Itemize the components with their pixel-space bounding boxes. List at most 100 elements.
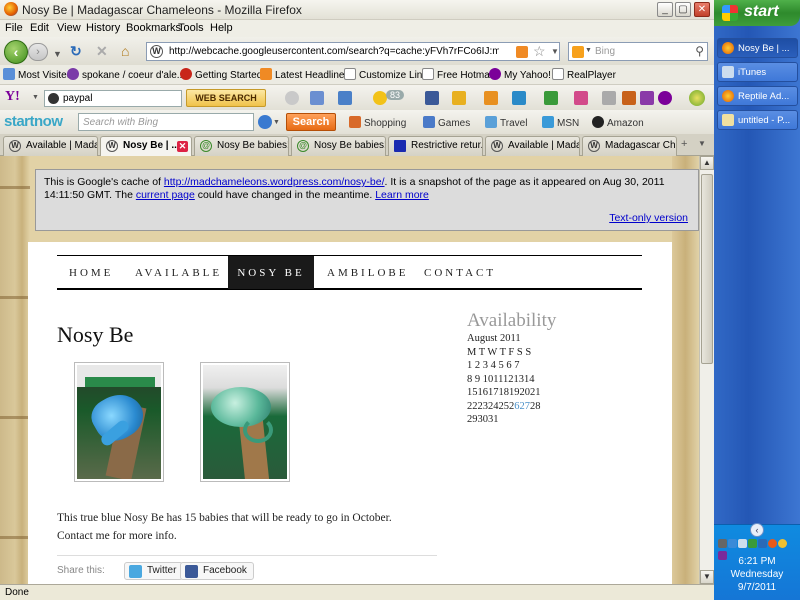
search-box[interactable]: ▼ Bing ⚲ bbox=[568, 42, 708, 61]
tab-nosy-be-babies-1[interactable]: @ Nosy Be babies!!... bbox=[194, 136, 289, 156]
toolbar-icon[interactable] bbox=[452, 91, 466, 105]
text-only-version-link[interactable]: Text-only version bbox=[609, 212, 688, 224]
close-button[interactable]: ✕ bbox=[694, 2, 710, 17]
link-shopping[interactable]: Shopping bbox=[349, 116, 406, 129]
bookmark-latest-headlines[interactable]: Latest Headlines bbox=[260, 68, 350, 81]
url-dropdown-icon[interactable]: ▼ bbox=[551, 47, 559, 56]
tab-madagascar[interactable]: W Madagascar Cha... bbox=[582, 136, 677, 156]
toolbar-icon[interactable] bbox=[622, 91, 636, 105]
address-bar[interactable]: W http://webcache.googleusercontent.com/… bbox=[146, 42, 560, 61]
menu-edit[interactable]: Edit bbox=[30, 22, 49, 34]
chameleon-photo-1[interactable] bbox=[74, 362, 164, 482]
toolbar-icon[interactable] bbox=[544, 91, 558, 105]
chameleon-photo-2[interactable] bbox=[200, 362, 290, 482]
web-search-button[interactable]: WEB SEARCH bbox=[186, 89, 266, 107]
link-msn[interactable]: MSN bbox=[542, 116, 579, 129]
bookmark-free-hotmail[interactable]: Free Hotmail bbox=[422, 68, 494, 81]
nav-ambilobe[interactable]: AMBILOBE bbox=[327, 267, 408, 279]
toolbar-icon[interactable] bbox=[484, 91, 498, 105]
tray-icon[interactable] bbox=[718, 539, 727, 548]
link-amazon[interactable]: Amazon bbox=[592, 116, 644, 129]
tray-icon[interactable] bbox=[758, 539, 767, 548]
history-dropdown-icon[interactable]: ▼ bbox=[53, 47, 62, 61]
taskbar-item-paint[interactable]: untitled - P... bbox=[717, 110, 798, 130]
bing-engine-icon[interactable] bbox=[572, 46, 584, 58]
current-page-link[interactable]: current page bbox=[136, 189, 195, 201]
link-games[interactable]: Games bbox=[423, 116, 470, 129]
facebook-icon[interactable] bbox=[425, 91, 439, 105]
startnow-search-button[interactable]: Search bbox=[286, 113, 336, 131]
startnow-logo[interactable]: startnow bbox=[4, 113, 63, 130]
tab-list-icon[interactable]: ▼ bbox=[698, 139, 706, 148]
menu-help[interactable]: Help bbox=[210, 22, 233, 34]
yahoo-logo[interactable]: Y! bbox=[5, 89, 20, 105]
volume-icon[interactable] bbox=[738, 539, 747, 548]
taskbar-item-reptile[interactable]: Reptile Ad... bbox=[717, 86, 798, 106]
calendar-highlight[interactable]: 27 bbox=[520, 401, 531, 412]
cached-url-link[interactable]: http://madchameleons.wordpress.com/nosy-… bbox=[164, 176, 385, 188]
nav-home[interactable]: HOME bbox=[69, 267, 113, 279]
tab-available-2[interactable]: W Available | Mada... bbox=[485, 136, 580, 156]
url-text[interactable]: http://webcache.googleusercontent.com/se… bbox=[169, 46, 499, 57]
tab-nosy-be[interactable]: W Nosy Be | ... ✕ bbox=[100, 136, 192, 156]
home-icon[interactable]: ⌂ bbox=[121, 44, 129, 58]
maximize-button[interactable]: ▢ bbox=[675, 2, 691, 17]
bookmark-realplayer[interactable]: RealPlayer bbox=[552, 68, 616, 81]
start-button[interactable]: start bbox=[714, 0, 800, 26]
network-icon[interactable] bbox=[728, 539, 737, 548]
startnow-search-input[interactable]: Search with Bing bbox=[78, 113, 254, 131]
vertical-scrollbar[interactable]: ▲ ▼ bbox=[699, 156, 714, 584]
taskbar-item-itunes[interactable]: iTunes bbox=[717, 62, 798, 82]
bookmark-getting-started[interactable]: Getting Started bbox=[180, 68, 262, 81]
tab-nosy-be-babies-2[interactable]: @ Nosy Be babies!!... bbox=[291, 136, 386, 156]
minimize-button[interactable]: _ bbox=[657, 2, 673, 17]
scroll-thumb[interactable] bbox=[701, 174, 713, 364]
toolbar-icon[interactable] bbox=[640, 91, 654, 105]
stop-icon[interactable]: ✕ bbox=[96, 44, 108, 58]
tray-icon[interactable] bbox=[748, 539, 757, 548]
messenger-icon[interactable] bbox=[373, 91, 387, 105]
mail-icon[interactable] bbox=[338, 91, 352, 105]
nav-contact[interactable]: CONTACT bbox=[424, 267, 496, 279]
toolbar-icon[interactable] bbox=[310, 91, 324, 105]
title-bar[interactable]: Nosy Be | Madagascar Chameleons - Mozill… bbox=[0, 0, 714, 20]
menu-history[interactable]: History bbox=[86, 22, 120, 34]
scroll-up-icon[interactable]: ▲ bbox=[700, 156, 714, 170]
facebook-share-button[interactable]: Facebook bbox=[180, 562, 254, 580]
settings-icon[interactable] bbox=[689, 90, 705, 106]
back-button[interactable]: ‹ bbox=[4, 40, 28, 64]
new-tab-icon[interactable]: + bbox=[681, 138, 687, 150]
tab-available-1[interactable]: W Available | Mada... bbox=[3, 136, 98, 156]
clock[interactable]: 6:21 PM Wednesday 9/7/2011 bbox=[714, 555, 800, 594]
bookmark-my-yahoo[interactable]: My Yahoo! bbox=[489, 68, 551, 81]
globe-icon[interactable] bbox=[258, 115, 272, 129]
toolbar-icon[interactable] bbox=[658, 91, 672, 105]
toolbar-icon[interactable] bbox=[512, 91, 526, 105]
search-icon[interactable]: ⚲ bbox=[695, 44, 704, 58]
menu-view[interactable]: View bbox=[57, 22, 81, 34]
learn-more-link[interactable]: Learn more bbox=[375, 189, 429, 201]
toolbar-icon[interactable] bbox=[602, 91, 616, 105]
taskbar-item-firefox[interactable]: Nosy Be | ... bbox=[717, 38, 798, 58]
bookmark-most-visited[interactable]: Most Visited bbox=[3, 68, 72, 81]
yahoo-search-input[interactable]: paypal bbox=[44, 90, 182, 107]
menu-bookmarks[interactable]: Bookmarks bbox=[126, 22, 181, 34]
yahoo-query[interactable]: paypal bbox=[63, 93, 92, 104]
engine-dropdown-icon[interactable]: ▼ bbox=[273, 119, 280, 126]
link-travel[interactable]: Travel bbox=[485, 116, 527, 129]
twitter-share-button[interactable]: Twitter bbox=[124, 562, 184, 580]
reload-icon[interactable]: ↻ bbox=[70, 44, 82, 58]
toolbar-icon[interactable] bbox=[285, 91, 299, 105]
bookmark-star-icon[interactable]: ☆ bbox=[533, 43, 546, 60]
bookmark-spokane[interactable]: spokane / coeur d'ale... bbox=[67, 68, 185, 81]
menu-tools[interactable]: Tools bbox=[178, 22, 204, 34]
show-hidden-icons-button[interactable]: ‹ bbox=[750, 523, 764, 537]
yahoo-dropdown-icon[interactable]: ▼ bbox=[32, 94, 39, 101]
engine-dropdown-icon[interactable]: ▼ bbox=[585, 47, 592, 54]
flickr-icon[interactable] bbox=[574, 91, 588, 105]
close-tab-icon[interactable]: ✕ bbox=[177, 141, 188, 152]
forward-button[interactable]: › bbox=[28, 43, 48, 61]
nav-available[interactable]: AVAILABLE bbox=[135, 267, 222, 279]
tab-restrictive[interactable]: Restrictive retur... bbox=[388, 136, 483, 156]
bookmark-customize-links[interactable]: Customize Links bbox=[344, 68, 432, 81]
